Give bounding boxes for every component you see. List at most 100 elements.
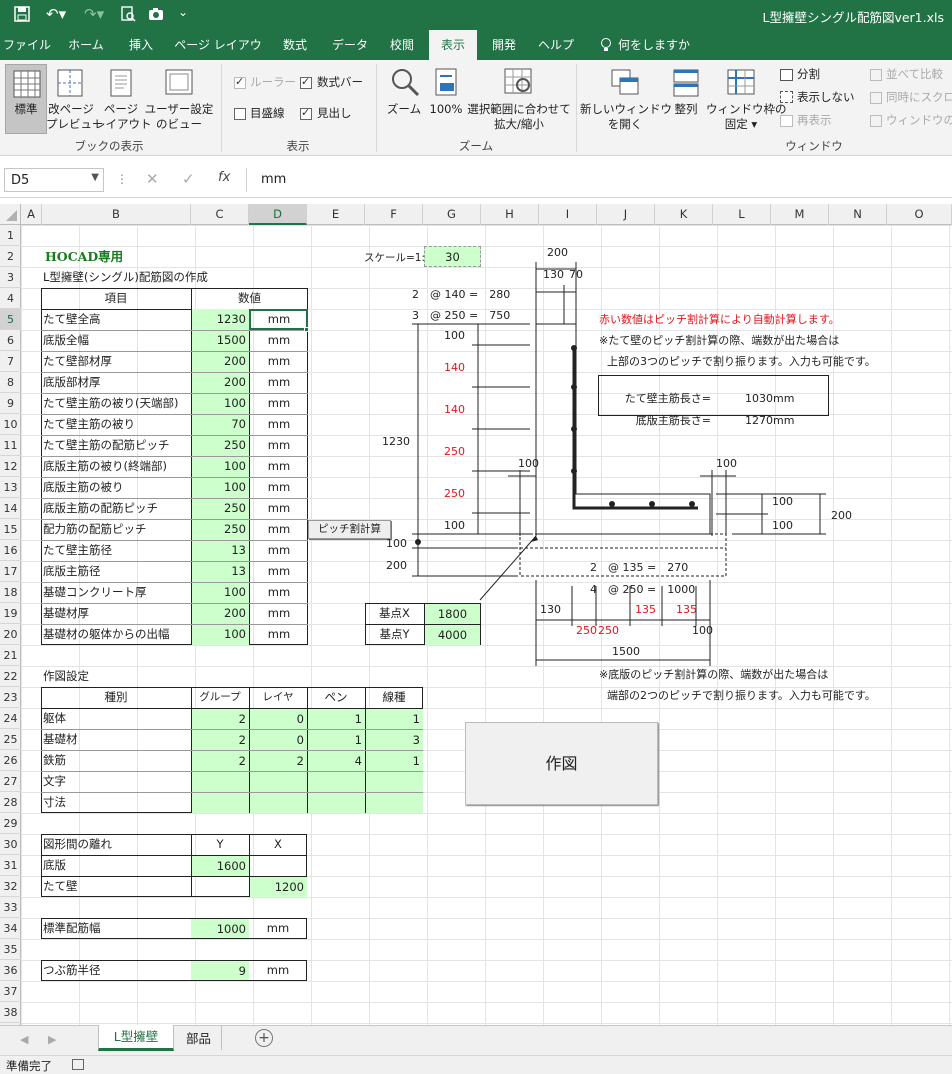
draw-value[interactable] [366, 772, 423, 792]
param-value[interactable]: 200 [192, 603, 249, 624]
param-unit[interactable]: mm [250, 540, 308, 561]
tab-help[interactable]: ヘルプ [530, 30, 582, 60]
tab-file[interactable]: ファイル [0, 30, 54, 60]
select-all-corner[interactable] [0, 204, 21, 225]
tab-home[interactable]: ホーム [58, 30, 114, 60]
draw-value[interactable] [308, 793, 365, 813]
macro-record-icon[interactable] [72, 1059, 84, 1070]
row-header-31[interactable]: 31 [0, 855, 21, 876]
row-header-26[interactable]: 26 [0, 750, 21, 771]
sheet-tab-parts[interactable]: 部品 [176, 1026, 222, 1050]
tell-me-search[interactable]: 何をしますか [618, 30, 698, 60]
row-header-19[interactable]: 19 [0, 603, 21, 624]
cancel-icon[interactable]: ✕ [146, 170, 159, 188]
column-header-k[interactable]: K [655, 204, 713, 225]
draw-value[interactable] [250, 772, 307, 792]
draw-value[interactable]: 1 [308, 730, 365, 750]
draw-value[interactable]: 0 [250, 709, 307, 729]
row-header-2[interactable]: 2 [0, 246, 21, 267]
row-header-35[interactable]: 35 [0, 939, 21, 960]
normal-view-button[interactable] [5, 64, 47, 134]
param-value[interactable]: 100 [192, 477, 249, 498]
row-header-17[interactable]: 17 [0, 561, 21, 582]
row-header-37[interactable]: 37 [0, 981, 21, 1002]
row-header-10[interactable]: 10 [0, 414, 21, 435]
draw-value[interactable]: 2 [250, 751, 307, 771]
param-value[interactable]: 13 [192, 561, 249, 582]
row-header-36[interactable]: 36 [0, 960, 21, 981]
row-header-22[interactable]: 22 [0, 666, 21, 687]
column-header-h[interactable]: H [481, 204, 539, 225]
row-header-38[interactable]: 38 [0, 1002, 21, 1023]
formula-bar-checkbox[interactable] [300, 75, 312, 89]
row-header-9[interactable]: 9 [0, 393, 21, 414]
draw-value[interactable]: 4 [308, 751, 365, 771]
row-header-11[interactable]: 11 [0, 435, 21, 456]
column-header-g[interactable]: G [423, 204, 481, 225]
param-unit[interactable]: mm [250, 603, 308, 624]
column-header-n[interactable]: N [829, 204, 887, 225]
draw-value[interactable]: 0 [250, 730, 307, 750]
row-header-21[interactable]: 21 [0, 645, 21, 666]
reset-position-button[interactable]: ウィンドウの位置 [886, 113, 952, 128]
draw-value[interactable]: 2 [192, 730, 249, 750]
draw-value[interactable] [250, 793, 307, 813]
tab-data[interactable]: データ [322, 30, 378, 60]
param-unit[interactable]: mm [250, 351, 308, 372]
print-preview-icon[interactable] [120, 6, 136, 22]
save-icon[interactable] [14, 6, 30, 22]
row-header-28[interactable]: 28 [0, 792, 21, 813]
column-header-c[interactable]: C [191, 204, 249, 225]
param-value[interactable]: 100 [192, 393, 249, 414]
fill-handle[interactable] [304, 327, 309, 332]
param-value[interactable]: 200 [192, 372, 249, 393]
row-header-13[interactable]: 13 [0, 477, 21, 498]
tab-developer[interactable]: 開発 [480, 30, 528, 60]
spacing-bottom-y[interactable]: 1600 [192, 856, 249, 876]
row-header-16[interactable]: 16 [0, 540, 21, 561]
row-header-5[interactable]: 5 [0, 309, 21, 330]
draw-value[interactable]: 1 [308, 709, 365, 729]
ruler-checkbox[interactable] [234, 75, 246, 89]
column-header-a[interactable]: A [21, 204, 42, 225]
row-header-24[interactable]: 24 [0, 708, 21, 729]
param-unit[interactable]: mm [250, 456, 308, 477]
param-value[interactable]: 250 [192, 435, 249, 456]
row-header-8[interactable]: 8 [0, 372, 21, 393]
spacing-wall-x[interactable]: 1200 [250, 877, 307, 897]
active-cell[interactable] [249, 309, 308, 330]
draw-value[interactable] [192, 772, 249, 792]
param-unit[interactable]: mm [250, 561, 308, 582]
draw-value[interactable] [308, 772, 365, 792]
draw-button[interactable]: 作図 [465, 722, 658, 805]
param-value[interactable]: 250 [192, 519, 249, 540]
column-header-d[interactable]: D [249, 204, 307, 225]
tab-formulas[interactable]: 数式 [270, 30, 320, 60]
param-value[interactable]: 250 [192, 498, 249, 519]
row-header-25[interactable]: 25 [0, 729, 21, 750]
insert-function-icon[interactable]: fx [218, 170, 230, 185]
row-header-30[interactable]: 30 [0, 834, 21, 855]
row-header-27[interactable]: 27 [0, 771, 21, 792]
row-header-20[interactable]: 20 [0, 624, 21, 645]
param-value[interactable]: 100 [192, 624, 249, 645]
param-value[interactable]: 100 [192, 582, 249, 603]
draw-value[interactable] [366, 793, 423, 813]
draw-value[interactable]: 3 [366, 730, 423, 750]
draw-value[interactable]: 2 [192, 709, 249, 729]
param-value[interactable]: 70 [192, 414, 249, 435]
param-unit[interactable]: mm [250, 393, 308, 414]
draw-value[interactable]: 1 [366, 751, 423, 771]
qat-customize-icon[interactable]: ⌄ [178, 5, 188, 19]
param-value[interactable]: 100 [192, 456, 249, 477]
tab-review[interactable]: 校閲 [378, 30, 426, 60]
row-header-34[interactable]: 34 [0, 918, 21, 939]
param-unit[interactable]: mm [250, 519, 308, 540]
param-unit[interactable]: mm [250, 498, 308, 519]
param-unit[interactable]: mm [250, 330, 308, 351]
param-unit[interactable]: mm [250, 624, 308, 645]
camera-icon[interactable] [148, 5, 166, 23]
new-window-icon[interactable] [610, 68, 640, 98]
column-header-o[interactable]: O [887, 204, 952, 225]
zoom-selection-icon[interactable] [503, 67, 535, 97]
